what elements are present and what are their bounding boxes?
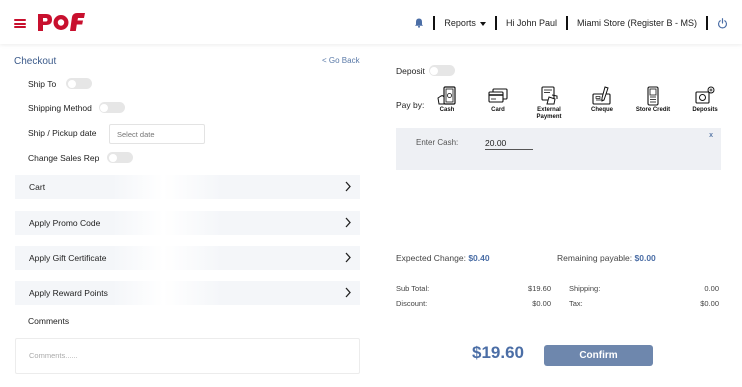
pay-method-cash[interactable]: Cash	[427, 86, 467, 114]
pickup-date-input[interactable]	[109, 124, 205, 144]
chevron-right-icon	[345, 287, 351, 298]
apply-gift-certificate-section[interactable]: Apply Gift Certificate	[15, 246, 360, 270]
external-payment-label: External Payment	[536, 107, 562, 120]
brand-logo	[38, 13, 85, 31]
external-payment-icon	[541, 86, 558, 105]
sub-total-label: Sub Total:	[396, 284, 430, 293]
shipping-method-row: Shipping Method	[28, 102, 125, 113]
expected-change-value: $0.40	[468, 253, 490, 263]
chevron-right-icon	[345, 217, 351, 228]
close-icon[interactable]: x	[709, 132, 713, 139]
deposits-icon	[695, 86, 715, 104]
top-header: Reports Hi John Paul Miami Store (Regist…	[0, 0, 742, 44]
notification-bell-icon[interactable]	[414, 18, 424, 28]
expected-change: Expected Change: $0.40	[396, 253, 490, 263]
change-sales-rep-toggle[interactable]	[107, 152, 134, 163]
remaining-payable: Remaining payable: $0.00	[557, 253, 656, 263]
power-icon[interactable]	[717, 17, 728, 29]
deposits-label: Deposits	[692, 107, 718, 113]
ship-pickup-date-label: Ship / Pickup date	[28, 128, 97, 138]
header-divider	[706, 16, 708, 30]
apply-promo-code-section[interactable]: Apply Promo Code	[15, 211, 360, 235]
store-register[interactable]: Miami Store (Register B - MS)	[577, 18, 697, 28]
discount-value: $0.00	[532, 299, 551, 308]
sub-total-value: $19.60	[528, 284, 551, 293]
checkout-title: Checkout	[14, 56, 57, 67]
shipping-method-label: Shipping Method	[28, 102, 92, 113]
pay-method-deposits[interactable]: Deposits	[685, 86, 725, 114]
user-greeting[interactable]: Hi John Paul	[506, 18, 557, 28]
remaining-payable-value: $0.00	[634, 253, 656, 263]
ship-to-toggle[interactable]	[66, 78, 93, 89]
header-divider	[433, 16, 436, 30]
cheque-label: Cheque	[590, 107, 613, 113]
shipping-value: 0.00	[704, 284, 719, 293]
cart-label: Cart	[29, 182, 46, 192]
ship-pickup-date-row: Ship / Pickup date	[28, 128, 97, 138]
apply-reward-points-section[interactable]: Apply Reward Points	[15, 281, 360, 305]
deposit-toggle[interactable]	[428, 65, 455, 76]
deposit-label: Deposit	[396, 65, 425, 76]
reports-label: Reports	[444, 18, 476, 28]
ship-to-row: Ship To	[28, 78, 93, 89]
deposit-row: Deposit	[396, 65, 455, 76]
hamburger-menu-icon[interactable]	[14, 19, 26, 28]
reports-dropdown[interactable]: Reports	[444, 18, 486, 28]
expected-change-label: Expected Change:	[396, 253, 466, 263]
go-back-link[interactable]: < Go Back	[322, 56, 360, 65]
cheque-icon	[592, 86, 611, 105]
card-icon	[488, 88, 508, 103]
confirm-button[interactable]: Confirm	[544, 345, 653, 366]
pay-method-store-credit[interactable]: Store Credit	[633, 86, 673, 114]
tax-label: Tax:	[569, 299, 583, 308]
cash-label: Cash	[439, 107, 455, 113]
pay-method-cheque[interactable]: Cheque	[582, 86, 622, 114]
card-label: Card	[491, 107, 505, 113]
shipping-method-toggle[interactable]	[98, 102, 125, 113]
header-divider	[494, 16, 497, 30]
chevron-right-icon	[345, 181, 351, 192]
enter-cash-input[interactable]: 20.00	[485, 138, 533, 150]
store-credit-label: Store Credit	[635, 107, 671, 113]
gift-certificate-label: Apply Gift Certificate	[29, 253, 107, 263]
ship-to-label: Ship To	[28, 78, 57, 89]
tax-value: $0.00	[700, 299, 719, 308]
grand-total: $19.60	[472, 343, 524, 362]
header-divider	[565, 16, 568, 30]
pay-method-external-payment[interactable]: External Payment	[529, 86, 569, 121]
discount-label: Discount:	[396, 299, 428, 308]
pay-method-card[interactable]: Card	[478, 86, 518, 114]
reward-points-label: Apply Reward Points	[29, 288, 108, 298]
change-sales-rep-row: Change Sales Rep	[28, 152, 134, 163]
change-sales-rep-label: Change Sales Rep	[28, 152, 100, 163]
cart-section[interactable]: Cart	[15, 175, 360, 199]
comments-input[interactable]: Comments......	[15, 338, 360, 374]
cash-icon	[437, 86, 456, 105]
store-credit-icon	[647, 86, 659, 106]
promo-code-label: Apply Promo Code	[29, 218, 101, 228]
chevron-down-icon	[479, 21, 486, 26]
pay-by-label: Pay by:	[396, 100, 425, 110]
shipping-label: Shipping:	[569, 284, 601, 293]
enter-cash-label: Enter Cash:	[416, 138, 459, 147]
comments-label: Comments	[28, 316, 70, 326]
cash-entry-panel: Enter Cash: 20.00 x	[396, 128, 721, 170]
chevron-right-icon	[345, 252, 351, 263]
remaining-payable-label: Remaining payable:	[557, 253, 633, 263]
